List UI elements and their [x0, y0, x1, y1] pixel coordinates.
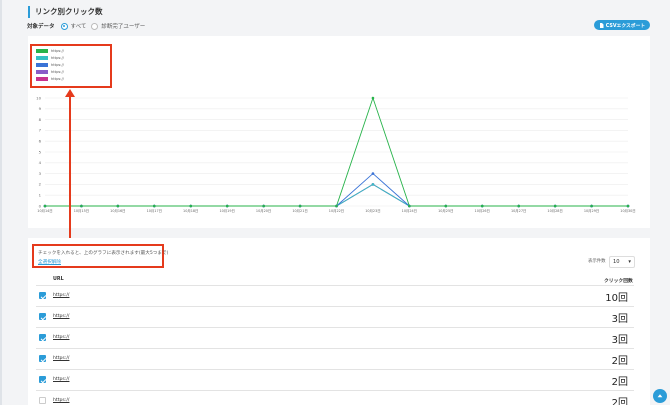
radio-completed[interactable] — [91, 22, 99, 30]
y-tick-label: 3 — [39, 171, 42, 176]
data-point — [408, 204, 411, 208]
row-checkbox[interactable] — [39, 313, 46, 320]
chevron-down-icon: ▾ — [628, 259, 631, 265]
csv-export-button[interactable]: CSVエクスポート — [594, 20, 650, 30]
line-chart: 0 1 2 3 4 5 6 7 8 9 10 10月14日 10月15日 10月16日 10月17日 10月1… — [36, 95, 636, 213]
data-point — [371, 172, 375, 175]
row-checkbox[interactable] — [39, 376, 46, 383]
y-tick-label: 10 — [36, 95, 41, 100]
data-point — [43, 204, 47, 208]
x-tick-label: 10月18日 — [183, 209, 198, 213]
list-hint: チェックを入れると、上のグラフに表示されます(最大5つまで) — [38, 251, 169, 256]
row-url-link[interactable]: https:// — [53, 377, 69, 382]
table-row: https:// 2回 — [36, 369, 634, 390]
row-checkbox[interactable] — [39, 334, 46, 341]
y-tick-label: 9 — [39, 106, 42, 111]
row-click-count: 2回 — [611, 377, 628, 388]
filter-label: 対象データ — [27, 24, 55, 30]
data-point — [444, 204, 448, 208]
column-header-url: URL — [53, 277, 64, 282]
data-point — [553, 204, 557, 208]
section-title: リンク別クリック数 — [28, 6, 103, 18]
data-point — [116, 204, 120, 208]
column-header-clicks: クリック回数 — [604, 279, 633, 284]
left-edge — [0, 0, 2, 405]
x-tick-label: 10月19日 — [219, 209, 234, 213]
data-point — [153, 204, 156, 208]
y-tick-label: 4 — [39, 160, 42, 165]
table-row: https:// 3回 — [36, 327, 634, 348]
x-tick-label: 10月15日 — [74, 209, 89, 213]
per-page-value: 10 — [613, 259, 620, 265]
data-point — [517, 204, 520, 208]
y-tick-label: 0 — [39, 203, 42, 208]
x-tick-label: 10月26日 — [475, 209, 490, 213]
row-checkbox[interactable] — [39, 292, 46, 299]
y-tick-label: 2 — [39, 182, 42, 187]
data-point — [189, 204, 193, 208]
x-tick-label: 10月16日 — [110, 209, 125, 213]
row-click-count: 2回 — [611, 398, 628, 405]
row-url-link[interactable]: https:// — [53, 314, 69, 319]
row-click-count: 10回 — [605, 293, 628, 304]
x-tick-label: 10月21日 — [292, 209, 307, 213]
y-tick-label: 5 — [39, 149, 42, 154]
csv-export-label: CSVエクスポート — [605, 23, 646, 29]
row-url-link[interactable]: https:// — [53, 335, 69, 340]
table-row: https:// 3回 — [36, 306, 634, 327]
row-click-count: 3回 — [611, 314, 628, 325]
filter-row: 対象データ すべて 診断完了ユーザー — [27, 21, 150, 31]
x-tick-label: 10月30日 — [620, 209, 635, 213]
row-url-link[interactable]: https:// — [53, 293, 69, 298]
annotation-arrow-line — [69, 95, 71, 245]
data-point — [298, 204, 302, 208]
row-checkbox[interactable] — [39, 355, 46, 362]
data-point — [480, 204, 484, 208]
y-tick-label: 1 — [39, 193, 42, 198]
file-icon — [599, 22, 604, 28]
data-point — [335, 204, 338, 208]
x-tick-label: 10月17日 — [147, 209, 162, 213]
deselect-all-link[interactable]: 全選択解除 — [38, 259, 61, 265]
table-row: https:// 2回 — [36, 348, 634, 369]
row-url-link[interactable]: https:// — [53, 398, 69, 403]
y-tick-label: 7 — [39, 128, 42, 133]
x-tick-label: 10月29日 — [584, 209, 599, 213]
x-tick-label: 10月20日 — [256, 209, 271, 213]
x-tick-label: 10月22日 — [329, 209, 344, 213]
data-point — [626, 204, 630, 208]
x-tick-label: 10月27日 — [511, 209, 526, 213]
data-point — [371, 96, 375, 100]
x-tick-label: 10月14日 — [37, 209, 52, 213]
radio-all[interactable] — [60, 22, 68, 30]
data-point — [262, 204, 265, 208]
per-page-label: 表示件数 — [588, 259, 606, 264]
row-url-link[interactable]: https:// — [53, 356, 69, 361]
row-click-count: 2回 — [611, 356, 628, 367]
x-tick-label: 10月23日 — [365, 209, 380, 213]
row-click-count: 3回 — [611, 335, 628, 346]
x-tick-label: 10月24日 — [402, 209, 417, 213]
chart-card: 0 1 2 3 4 5 6 7 8 9 10 10月14日 10月15日 10月16日 10月17日 10月1… — [28, 36, 650, 228]
data-point — [590, 204, 593, 208]
per-page-select[interactable]: 10 ▾ — [609, 256, 635, 268]
data-point — [225, 204, 229, 208]
data-point — [80, 204, 83, 208]
annotation-arrow-head — [65, 89, 75, 97]
row-checkbox[interactable] — [39, 397, 46, 404]
radio-completed-label[interactable]: 診断完了ユーザー — [101, 22, 145, 30]
scroll-top-button[interactable] — [653, 389, 667, 403]
legend-highlight-box — [30, 44, 112, 88]
table-row: https:// 2回 — [36, 390, 634, 405]
table-row: https:// 10回 — [36, 285, 634, 306]
radio-all-label[interactable]: すべて — [71, 22, 87, 30]
series-line — [45, 172, 628, 207]
y-tick-label: 6 — [39, 139, 42, 144]
y-tick-label: 8 — [39, 117, 42, 122]
arrow-up-icon — [657, 394, 663, 398]
x-tick-label: 10月28日 — [547, 209, 562, 213]
x-tick-label: 10月25日 — [438, 209, 453, 213]
data-point — [371, 183, 375, 186]
